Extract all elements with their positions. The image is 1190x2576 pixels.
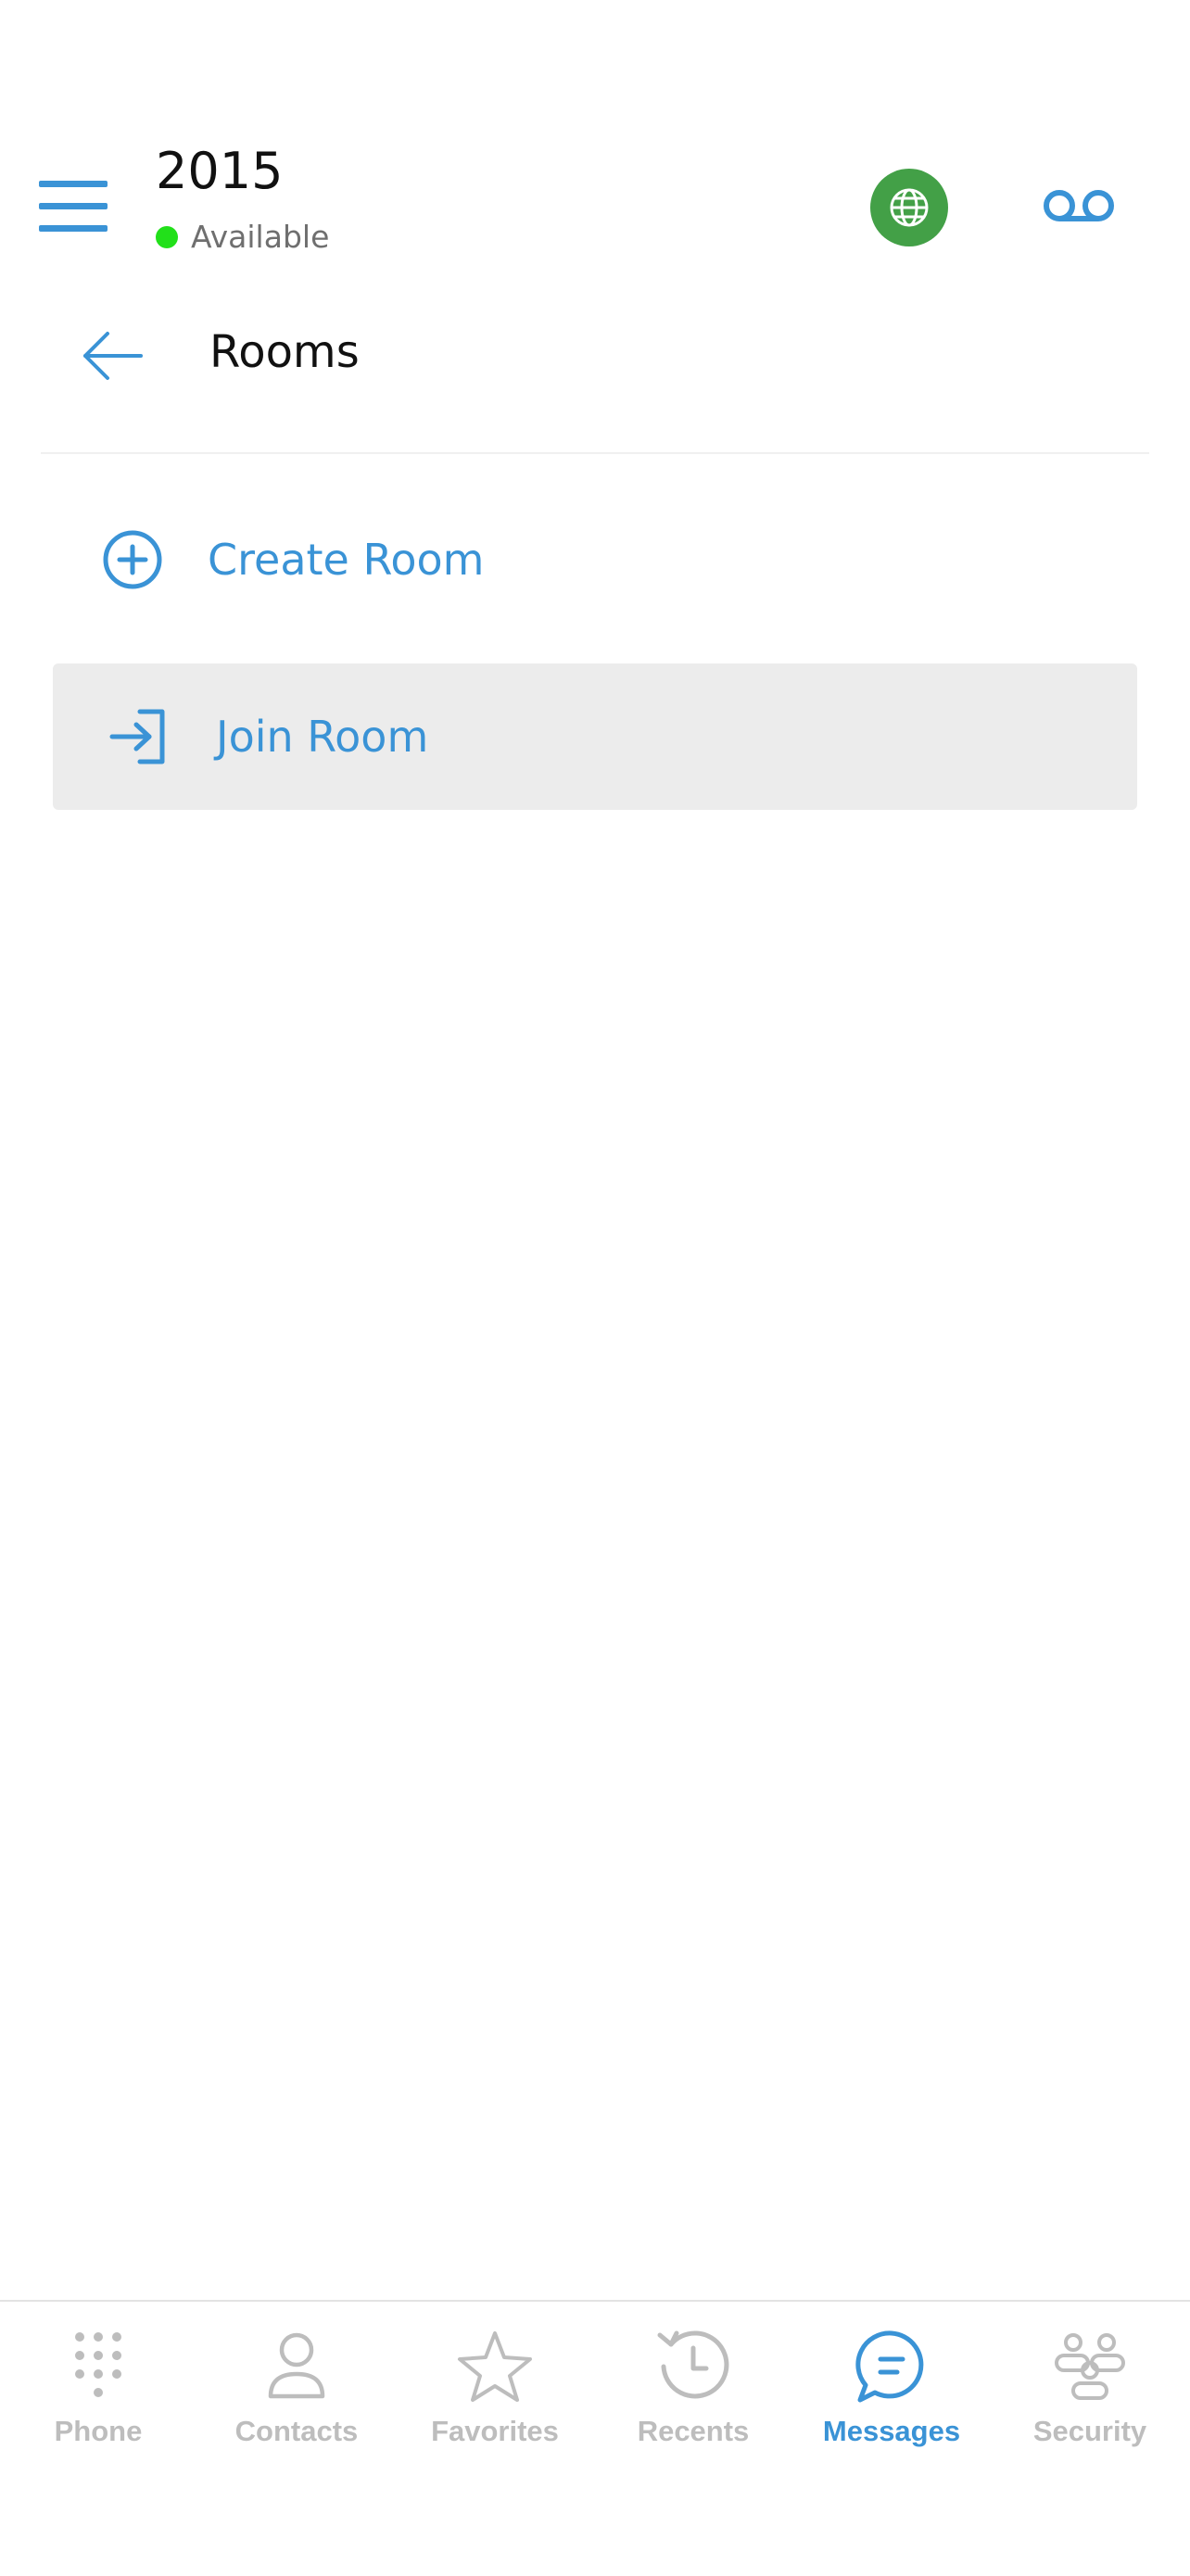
- login-arrow-icon: [109, 709, 165, 764]
- join-room-button[interactable]: Join Room: [53, 663, 1137, 810]
- globe-icon: [890, 188, 929, 227]
- nav-messages[interactable]: Messages: [799, 2328, 984, 2513]
- create-room-label: Create Room: [208, 535, 485, 585]
- nav-phone-label: Phone: [54, 2415, 143, 2447]
- contact-icon: [268, 2332, 325, 2399]
- hamburger-icon: [39, 181, 108, 232]
- group-icon: [1055, 2333, 1125, 2400]
- nav-contacts[interactable]: Contacts: [204, 2328, 389, 2513]
- voicemail-button[interactable]: [1034, 176, 1123, 235]
- arrow-left-icon: [83, 332, 143, 380]
- create-room-button[interactable]: Create Room: [54, 506, 1136, 613]
- extension-number: 2015: [156, 142, 284, 200]
- divider: [41, 452, 1149, 454]
- menu-button[interactable]: [33, 167, 113, 246]
- nav-security-label: Security: [1032, 2415, 1147, 2447]
- voicemail-icon: [1044, 190, 1114, 221]
- nav-contacts-label: Contacts: [234, 2415, 359, 2447]
- back-button[interactable]: [76, 321, 150, 391]
- dialpad-icon: [75, 2332, 121, 2397]
- page-title: Rooms: [209, 326, 360, 378]
- star-icon: [458, 2331, 532, 2402]
- join-room-label: Join Room: [216, 712, 429, 762]
- nav-favorites[interactable]: Favorites: [402, 2328, 588, 2513]
- nav-messages-label: Messages: [822, 2415, 961, 2447]
- nav-recents[interactable]: Recents: [601, 2328, 786, 2513]
- status-label: Available: [191, 219, 330, 255]
- status-dot: [156, 225, 178, 248]
- presence-status[interactable]: Available: [156, 219, 329, 255]
- nav-phone[interactable]: Phone: [6, 2328, 191, 2513]
- nav-favorites-label: Favorites: [431, 2415, 559, 2447]
- nav-security[interactable]: Security: [997, 2328, 1183, 2513]
- plus-circle-icon: [103, 530, 162, 589]
- bottom-nav: Phone Contacts Favorites Recents Message…: [0, 2300, 1190, 2576]
- chat-icon: [855, 2330, 924, 2403]
- nav-recents-label: Recents: [637, 2415, 750, 2447]
- history-icon: [657, 2330, 729, 2399]
- globe-button[interactable]: [870, 169, 948, 246]
